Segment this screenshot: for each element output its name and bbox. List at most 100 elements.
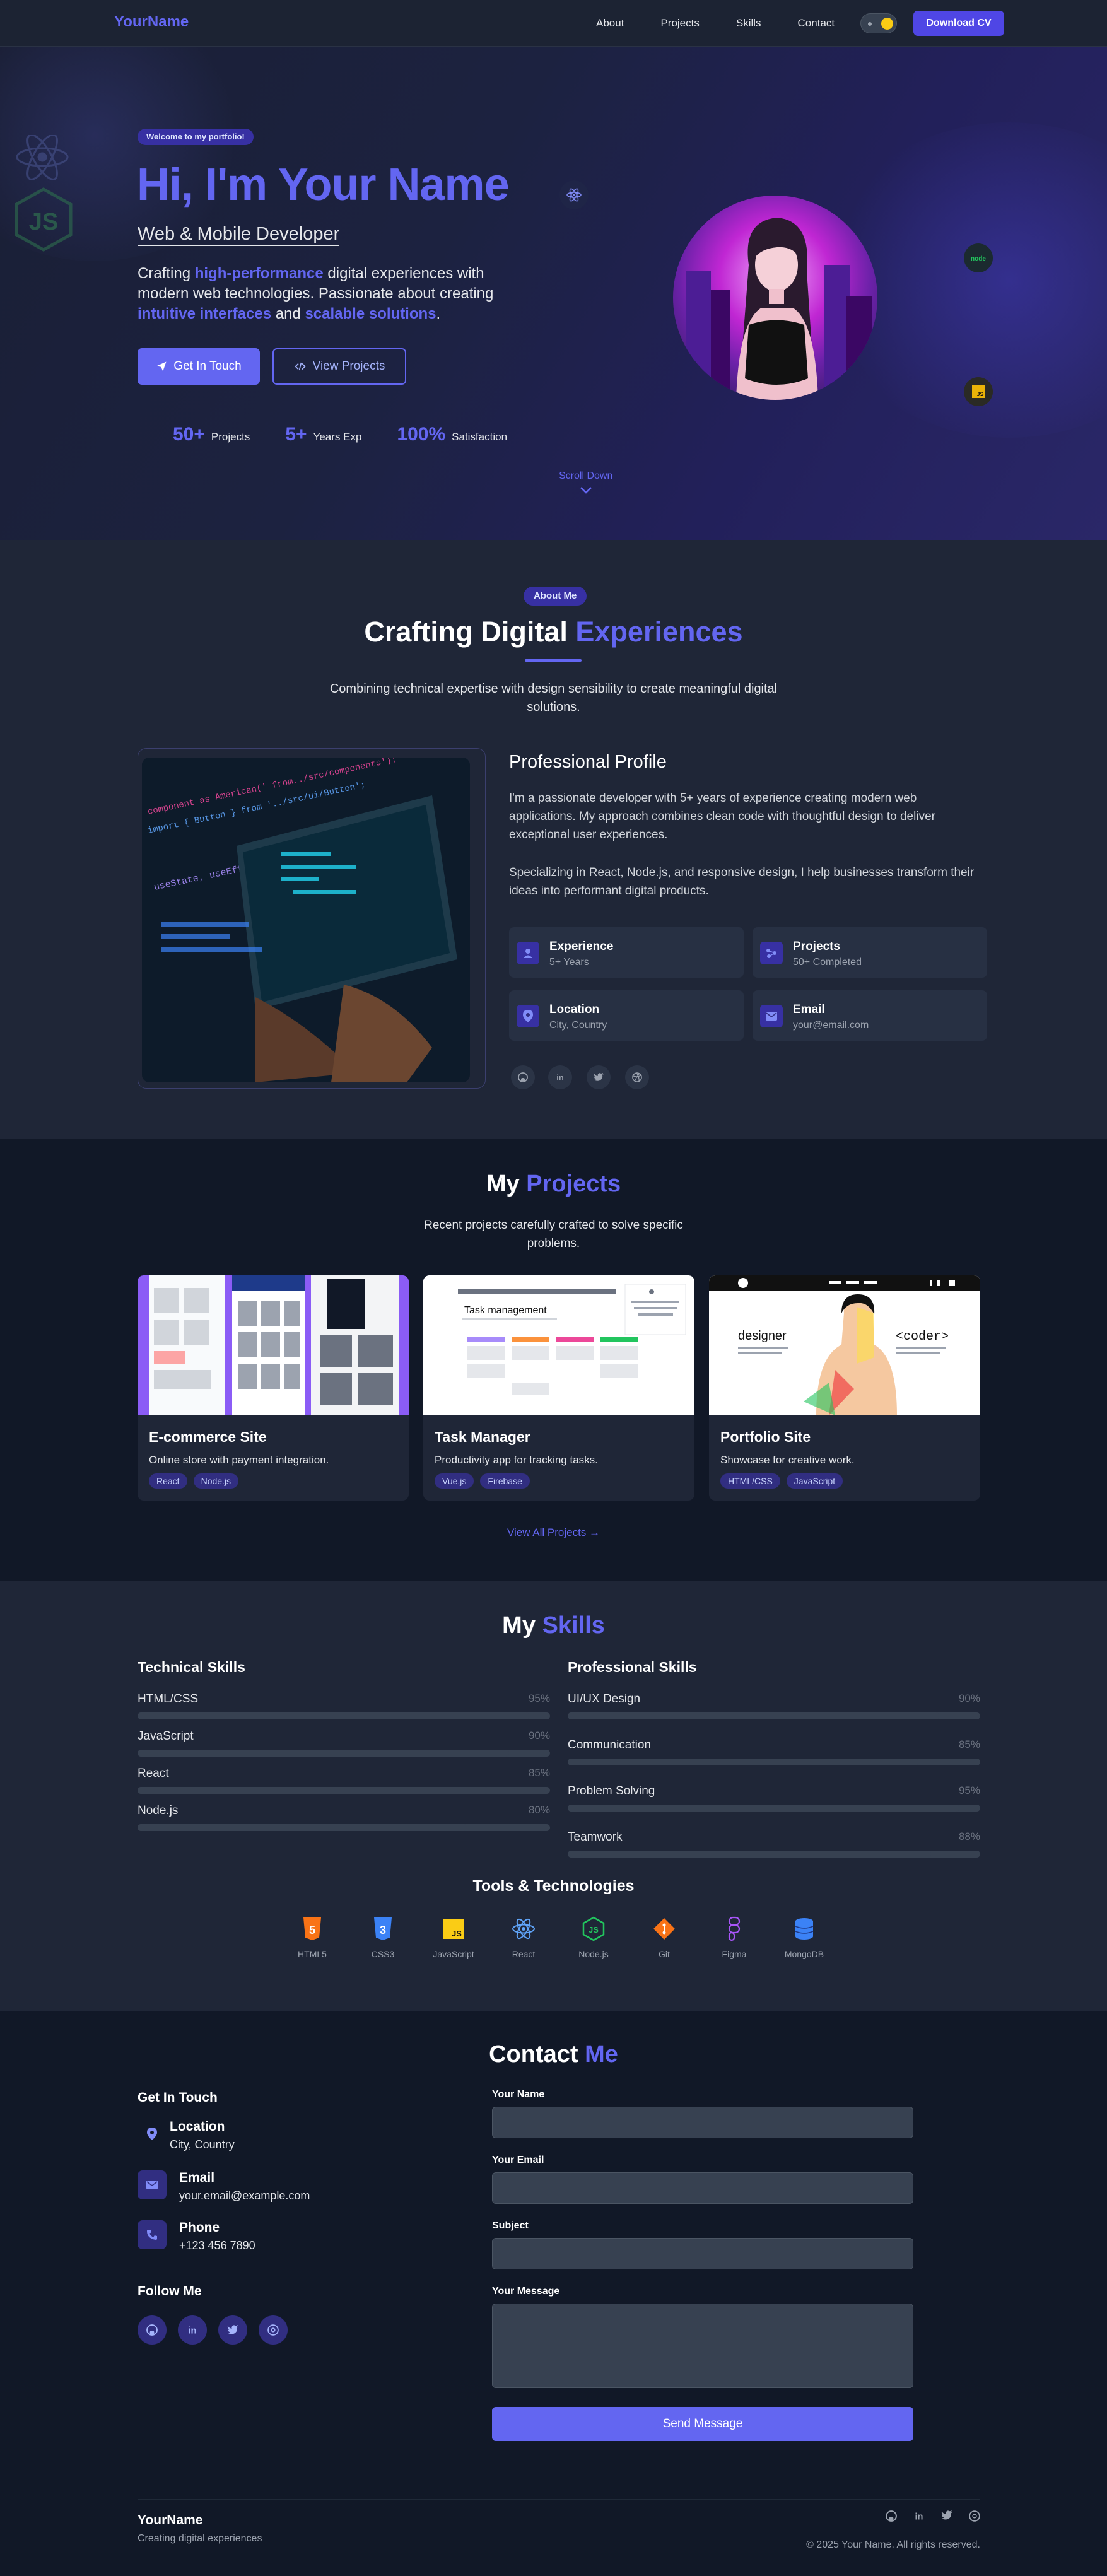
twitter-icon[interactable] <box>587 1065 611 1089</box>
tool-figma: Figma <box>700 1915 769 1959</box>
contact-section: Contact Me Get In Touch Location City, Co… <box>0 2011 1107 2576</box>
project-card-ecommerce[interactable]: E-commerce Site Online store with paymen… <box>138 1275 409 1501</box>
info-card-experience: Experience 5+ Years <box>509 927 744 978</box>
profile-paragraph-1: I'm a passionate developer with 5+ years… <box>509 792 935 841</box>
download-cv-button[interactable]: Download CV <box>913 11 1004 36</box>
code-icon <box>294 362 306 371</box>
tag: Vue.js <box>435 1473 474 1489</box>
ecommerce-screenshot <box>138 1275 409 1415</box>
nodejs-icon: JS <box>582 1916 605 1941</box>
linkedin-icon[interactable]: in <box>178 2315 207 2345</box>
map-pin-icon <box>517 1005 539 1027</box>
tool-react: React <box>489 1915 558 1959</box>
sun-icon <box>881 18 893 30</box>
svg-text:JS: JS <box>976 391 983 397</box>
dribbble-icon[interactable] <box>259 2315 288 2345</box>
svg-text:designer: designer <box>738 1329 787 1343</box>
hero-stats: 50+ Projects 5+ Years Exp 100% Satisfaction <box>173 424 542 445</box>
moon-icon <box>868 22 872 26</box>
javascript-float-icon: JS <box>964 377 993 406</box>
dribbble-icon[interactable] <box>969 2510 980 2522</box>
about-subtitle: Combining technical expertise with desig… <box>329 682 778 714</box>
send-message-button[interactable]: Send Message <box>492 2407 913 2441</box>
nav-links: About Projects Skills Contact <box>596 17 871 30</box>
envelope-icon <box>760 1005 783 1027</box>
profile-heading: Professional Profile <box>509 752 667 772</box>
nav-link-projects[interactable]: Projects <box>660 17 699 30</box>
dribbble-icon[interactable] <box>625 1065 649 1089</box>
github-icon[interactable] <box>511 1065 535 1089</box>
chevron-down-icon <box>580 487 592 494</box>
svg-text:in: in <box>189 2326 197 2336</box>
subject-label: Subject <box>492 2220 529 2231</box>
skills-section: My Skills Technical Skills Professional … <box>0 1581 1107 2011</box>
database-icon <box>795 1918 814 1940</box>
nav-link-about[interactable]: About <box>596 17 624 30</box>
follow-me-heading: Follow Me <box>138 2284 202 2298</box>
info-card-email: Email your@email.com <box>753 990 987 1041</box>
name-input[interactable] <box>492 2107 913 2138</box>
footer-name: YourName <box>138 2513 203 2527</box>
tag: Node.js <box>193 1473 239 1489</box>
svg-text:in: in <box>915 2512 923 2522</box>
map-pin-icon <box>138 2119 167 2148</box>
message-textarea[interactable] <box>492 2304 913 2388</box>
tool-nodejs: JS Node.js <box>559 1915 628 1959</box>
project-card-portfolio[interactable]: designer <coder> Portfolio Site Showcase… <box>709 1275 980 1501</box>
tag: Firebase <box>480 1473 530 1489</box>
task-manager-screenshot: Task management <box>423 1275 694 1415</box>
paper-plane-icon <box>156 361 167 372</box>
professional-skills-heading: Professional Skills <box>568 1659 697 1675</box>
phone-icon <box>138 2220 167 2249</box>
projects-section: My Projects Recent projects carefully cr… <box>0 1139 1107 1581</box>
hero-role: Web & Mobile Developer <box>138 223 340 246</box>
footer-tagline: Creating digital experiences <box>138 2533 262 2544</box>
nav-link-skills[interactable]: Skills <box>736 17 761 30</box>
github-icon[interactable] <box>138 2315 167 2345</box>
email-input[interactable] <box>492 2172 913 2204</box>
get-in-touch-button[interactable]: Get In Touch <box>138 348 260 385</box>
tool-javascript: JS JavaScript <box>419 1915 488 1959</box>
subject-input[interactable] <box>492 2238 913 2269</box>
hero-description: Crafting high-performance digital experi… <box>138 265 494 322</box>
theme-toggle[interactable] <box>860 13 897 33</box>
svg-text:JS: JS <box>29 209 58 235</box>
nav-logo[interactable]: YourName <box>114 13 189 31</box>
get-in-touch-heading: Get In Touch <box>138 2090 218 2105</box>
view-all-projects-link[interactable]: View All Projects → <box>0 1526 1107 1539</box>
twitter-icon[interactable] <box>218 2315 247 2345</box>
github-icon[interactable] <box>886 2510 897 2522</box>
email-label: Your Email <box>492 2155 544 2165</box>
about-section: About Me Crafting Digital Experiences Co… <box>0 540 1107 1139</box>
profile-avatar <box>673 196 877 400</box>
svg-text:node: node <box>971 255 986 262</box>
svg-text:Task management: Task management <box>464 1305 547 1316</box>
stat-satisfaction: 100% Satisfaction <box>397 424 508 445</box>
linkedin-icon[interactable]: in <box>548 1065 572 1089</box>
stat-projects: 50+ Projects <box>173 424 250 445</box>
nav-link-contact[interactable]: Contact <box>798 17 835 30</box>
html5-icon: 5 <box>303 1917 321 1940</box>
top-navbar: YourName About Projects Skills Contact D… <box>0 0 1107 47</box>
tool-css3: 3 CSS3 <box>348 1915 418 1959</box>
twitter-icon[interactable] <box>941 2510 952 2522</box>
tag: React <box>149 1473 187 1489</box>
portfolio-screenshot: designer <coder> <box>709 1275 980 1415</box>
laptop-coding-image: component as American(' from../src/compo… <box>142 758 470 1082</box>
hero-section: JS Welcome to my portfolio! Hi, I'm Your… <box>0 9 1107 540</box>
react-icon <box>512 1918 535 1940</box>
project-card-task-manager[interactable]: Task management Task Manager Productivit… <box>423 1275 694 1501</box>
tag: HTML/CSS <box>720 1473 780 1489</box>
view-projects-button[interactable]: View Projects <box>272 348 406 385</box>
linkedin-icon[interactable]: in <box>913 2510 925 2522</box>
scroll-down[interactable]: Scroll Down <box>559 471 612 495</box>
hero-title: Hi, I'm Your Name <box>137 160 510 210</box>
about-pill: About Me <box>524 587 587 606</box>
git-icon <box>653 1918 675 1940</box>
skills-title: My Skills <box>502 1612 605 1639</box>
projects-title: My Projects <box>486 1171 621 1197</box>
tag: JavaScript <box>786 1473 843 1489</box>
svg-text:in: in <box>556 1073 564 1082</box>
svg-text:3: 3 <box>380 1924 386 1936</box>
welcome-badge: Welcome to my portfolio! <box>138 129 254 145</box>
